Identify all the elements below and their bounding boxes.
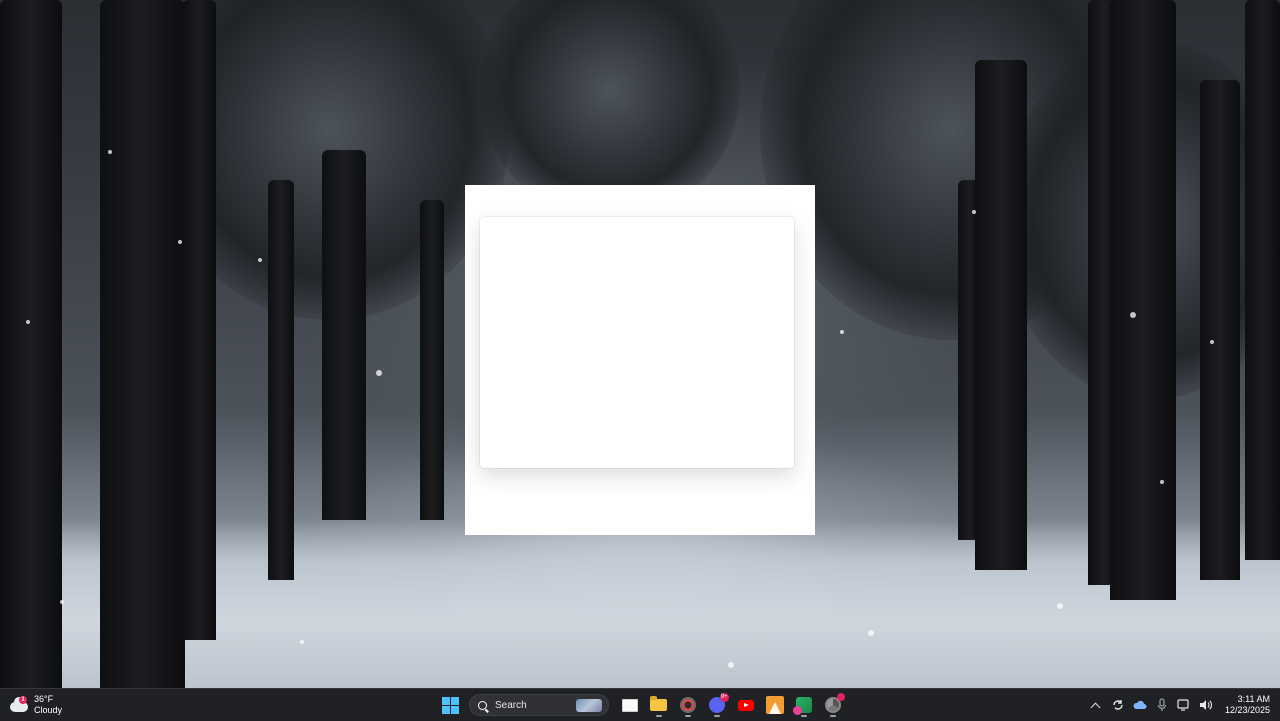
file-explorer-button[interactable] — [647, 693, 671, 717]
discord-button[interactable]: 9+ — [705, 693, 729, 717]
running-indicator — [684, 715, 691, 717]
snowflake — [60, 600, 64, 604]
chrome-button[interactable] — [821, 693, 845, 717]
running-indicator — [800, 715, 807, 717]
snowflake — [108, 150, 112, 154]
tree-trunk — [1110, 0, 1176, 600]
microphone-tray-button[interactable] — [1153, 696, 1171, 714]
notification-badge: 9+ — [719, 693, 729, 702]
tree-trunk — [0, 0, 62, 688]
running-indicator — [829, 715, 836, 717]
tree-trunk — [975, 60, 1027, 570]
task-view-button[interactable] — [618, 693, 642, 717]
cloud-icon: 1 — [10, 696, 30, 712]
settings-app-button[interactable] — [676, 693, 700, 717]
chevron-up-icon — [1091, 702, 1101, 712]
show-hidden-icons-button[interactable] — [1087, 696, 1105, 714]
network-icon — [1177, 699, 1189, 711]
cloud-sync-icon — [1133, 700, 1147, 709]
clock-time: 3:11 AM — [1237, 694, 1270, 704]
youtube-button[interactable] — [734, 693, 758, 717]
task-view-icon — [621, 698, 638, 712]
chrome-alert-dot — [836, 693, 845, 701]
taskbar-search[interactable]: Search — [469, 694, 609, 716]
tree-trunk — [322, 150, 366, 520]
snowflake — [1057, 603, 1063, 609]
cloud-tray-button[interactable] — [1131, 696, 1149, 714]
start-button[interactable] — [439, 693, 463, 717]
tree-trunk — [268, 180, 294, 580]
windows-logo-icon — [442, 696, 459, 714]
snowflake — [258, 258, 262, 262]
speaker-icon — [1199, 700, 1212, 710]
snowflake — [1160, 480, 1164, 484]
triangle-app-icon — [765, 696, 784, 714]
triangle-app-button[interactable] — [763, 693, 787, 717]
weather-condition: Cloudy — [34, 705, 63, 715]
snowflake — [178, 240, 182, 244]
taskbar: 1 36°F Cloudy Search 9+ 3:11 AM 12/23/20… — [0, 688, 1280, 721]
green-app-icon — [792, 697, 812, 715]
sync-tray-button[interactable] — [1109, 696, 1127, 714]
tree-trunk — [100, 0, 185, 688]
gear-icon — [679, 697, 696, 713]
snowflake — [972, 210, 976, 214]
snowflake — [26, 320, 30, 324]
blank-window[interactable] — [465, 185, 815, 535]
tree-trunk — [182, 0, 216, 640]
youtube-icon — [737, 699, 754, 711]
weather-temperature: 36°F — [34, 694, 54, 704]
weather-alert-badge: 1 — [19, 696, 27, 704]
snowflake — [868, 630, 874, 636]
snowflake — [1210, 340, 1214, 344]
snowflake — [376, 370, 382, 376]
sync-icon — [1113, 700, 1123, 710]
search-label: Search — [495, 699, 527, 711]
green-app-button[interactable] — [792, 693, 816, 717]
tree-trunk — [1200, 80, 1240, 580]
clock[interactable]: 3:11 AM 12/23/2025 — [1225, 694, 1270, 716]
running-indicator — [713, 715, 720, 717]
snowflake — [728, 662, 734, 668]
weather-widget[interactable]: 1 36°F Cloudy — [10, 693, 62, 717]
window-content-card — [480, 217, 794, 468]
tree-trunk — [420, 200, 444, 520]
taskbar-center: Search 9+ — [436, 689, 847, 721]
snowflake — [840, 330, 844, 334]
search-highlight-image — [576, 699, 602, 712]
folder-icon — [650, 696, 667, 711]
network-tray-button[interactable] — [1175, 696, 1193, 714]
running-indicator — [655, 715, 662, 717]
tree-trunk — [1245, 0, 1280, 560]
microphone-icon — [1157, 698, 1167, 711]
snowflake — [1130, 312, 1136, 318]
snowflake — [300, 640, 304, 644]
system-tray: 3:11 AM 12/23/2025 — [1085, 689, 1270, 721]
search-icon — [478, 700, 487, 710]
volume-tray-button[interactable] — [1197, 696, 1215, 714]
clock-date: 12/23/2025 — [1224, 705, 1270, 715]
